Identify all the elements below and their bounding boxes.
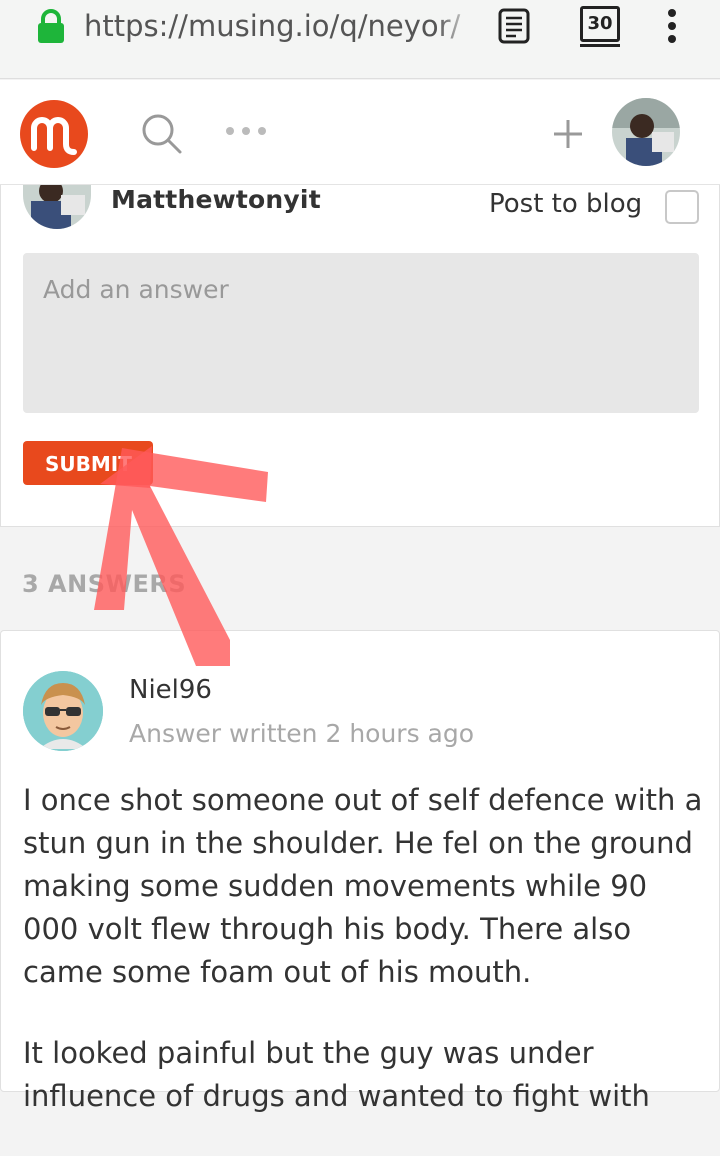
answer-avatar[interactable] xyxy=(23,671,103,751)
tab-switcher-underline xyxy=(580,44,620,47)
reader-mode-icon[interactable] xyxy=(498,8,530,48)
tab-switcher-button[interactable]: 30 xyxy=(580,6,620,42)
answer-placeholder: Add an answer xyxy=(43,275,229,304)
browser-toolbar: https://musing.io/q/neyor/ 30 xyxy=(0,0,720,79)
answer-paragraph: I once shot someone out of self defence … xyxy=(23,783,703,989)
composer-username: Matthewtonyit xyxy=(111,185,321,214)
search-icon[interactable] xyxy=(140,112,184,160)
answer-body: I once shot someone out of self defence … xyxy=(23,779,703,1156)
submit-button[interactable]: SUBMIT xyxy=(23,441,153,485)
answer-composer: Matthewtonyit Post to blog Add an answer… xyxy=(0,185,720,527)
app-header xyxy=(0,80,720,185)
answer-timestamp: Answer written 2 hours ago xyxy=(129,719,475,748)
answer-input[interactable]: Add an answer xyxy=(23,253,699,413)
musing-logo-icon[interactable] xyxy=(18,98,90,174)
browser-menu-icon[interactable] xyxy=(666,8,678,48)
lock-icon xyxy=(36,8,66,48)
user-avatar[interactable] xyxy=(612,98,680,166)
post-to-blog-checkbox[interactable] xyxy=(665,190,699,224)
url-text: https://musing.io/q/neyor/ xyxy=(84,9,461,43)
plus-icon[interactable] xyxy=(552,118,584,154)
more-dots-icon[interactable] xyxy=(224,122,268,141)
answer-username[interactable]: Niel96 xyxy=(129,675,212,705)
url-field[interactable]: https://musing.io/q/neyor/ xyxy=(84,6,476,46)
answer-paragraph: It looked painful but the guy was under … xyxy=(23,1036,650,1113)
answer-card: Niel96 Answer written 2 hours ago I once… xyxy=(0,630,720,1113)
composer-avatar xyxy=(23,185,91,229)
answers-count: 3 ANSWERS xyxy=(22,570,187,598)
post-to-blog-label: Post to blog xyxy=(489,189,643,219)
